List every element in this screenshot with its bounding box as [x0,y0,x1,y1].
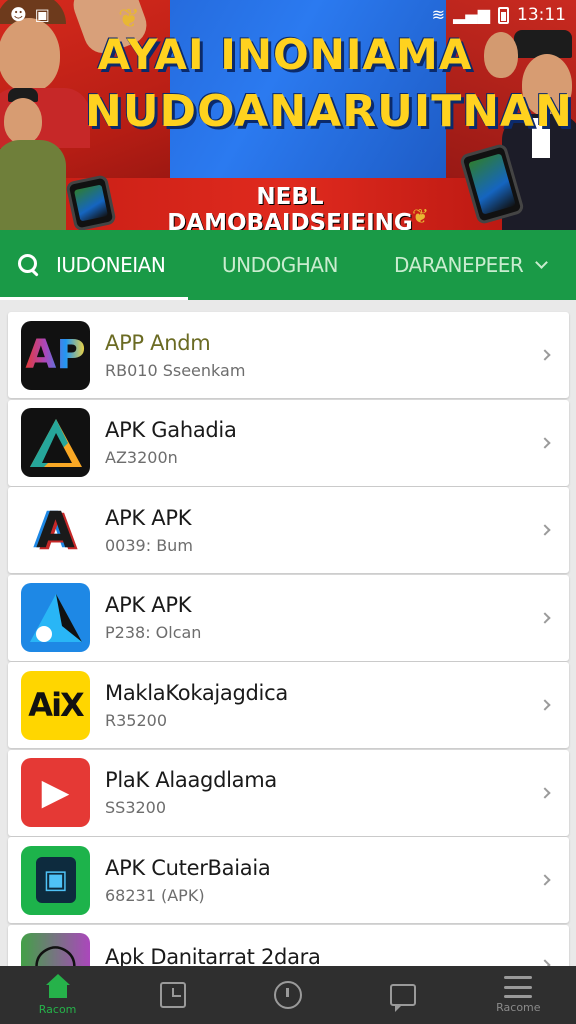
triangle-logo-icon [21,408,90,477]
nav-clock[interactable] [243,966,333,1024]
cat-icon: ☻ [10,5,27,24]
tab-indonesian[interactable]: IUDONEIAN [0,230,188,300]
list-item[interactable]: APK Gahadia AZ3200n [8,399,569,486]
nav-label: Racom [38,1003,77,1016]
list-item[interactable]: AiX MaklaKokajagdica R35200 [8,662,569,748]
app-name: APP Andm [105,330,211,355]
list-item[interactable]: ▣ APK CuterBaiaia 68231 (APK) [8,837,569,923]
chevron-right-icon [539,524,551,536]
tab-developer[interactable]: DARANEPEER [378,230,576,300]
app-name: APK Gahadia [105,418,237,442]
app-subtitle: P238: Olcan [105,623,202,642]
app-name: APK CuterBaiaia [105,855,271,880]
app-name: Apk Danitarrat 2dara [105,944,321,969]
banner-title-line1: AYAI INONIAMA [97,30,473,79]
app-subtitle: 68231 (APK) [105,885,205,905]
list-item[interactable]: AP APP Andm RB010 Sseenkam [8,312,569,398]
app-subtitle: AZ3200n [105,448,178,467]
app-subtitle: 0039: Bum [105,535,193,555]
nav-home[interactable]: Racom [13,966,103,1024]
promo-banner[interactable]: ❦ ❦ AYAI INONIAMA NUDOANARUITNAN NEBL DA… [0,0,576,230]
signal-icon: ▂▄▆ [453,5,490,24]
app-name: APK APK [105,505,192,530]
home-icon [44,974,72,1000]
chevron-right-icon [539,699,551,711]
app-subtitle: SS3200 [105,798,167,817]
a-logo-icon: A [21,495,90,565]
ap-logo-icon: AP [21,320,90,390]
status-time: 13:11 [517,5,566,25]
blue-a-glyph [29,593,82,642]
list-item[interactable]: ▶ PlaK Alaagdlama SS3200 [8,749,569,836]
nav-tablet[interactable] [128,966,218,1024]
list-item[interactable]: APK APK P238: Olcan [8,574,569,661]
tablet-icon [159,982,186,1008]
menu-icon [504,976,533,998]
clock-icon [273,981,302,1009]
banner-title-line2: NUDOANARUITNAN [85,86,573,137]
chevron-right-icon [539,874,551,886]
bottom-navigation: Racom Racome [0,966,576,1024]
app-name: APK APK [105,593,192,617]
aix-logo-icon: AiX [21,670,90,740]
chevron-right-icon [539,349,551,361]
app-subtitle: R35200 [105,710,168,730]
blue-a-logo-icon [21,583,90,652]
app-name: MaklaKokajagdica [105,680,288,705]
play-logo-icon: ▶ [21,758,90,827]
phone-logo-icon: ▣ [21,845,90,915]
battery-icon [498,6,509,24]
wifi-icon: ≋ [431,5,446,24]
tab-label: UNDOGHAN [222,253,338,277]
nav-chat[interactable] [358,966,448,1024]
tab-download[interactable]: UNDOGHAN [188,230,378,300]
tab-label: DARANEPEER [394,253,524,277]
app-list: AP APP Andm RB010 Sseenkam APK Gahadia A… [8,312,569,996]
category-tabs: IUDONEIAN UNDOGHAN DARANEPEER [0,230,576,300]
chevron-right-icon [539,436,551,449]
nav-label: Racome [496,1001,541,1014]
tab-label: IUDONEIAN [56,253,166,277]
chevron-right-icon [539,786,551,799]
notification-icon: ▣ [34,5,50,24]
triangle-logo-glyph [29,418,82,467]
search-icon[interactable] [18,254,40,276]
nav-menu[interactable]: Racome [473,966,563,1024]
chevron-right-icon [539,611,551,624]
list-item[interactable]: A APK APK 0039: Bum [8,487,569,573]
app-subtitle: RB010 Sseenkam [105,360,246,380]
chat-icon [390,984,417,1012]
app-name: PlaK Alaagdlama [105,768,277,792]
status-bar: ☻ ▣ ≋ ▂▄▆ 13:11 [0,0,576,30]
banner-subtitle: NEBL DAMOBAIDSEIEING AISTUN [167,184,413,230]
chevron-down-icon[interactable] [535,255,549,269]
